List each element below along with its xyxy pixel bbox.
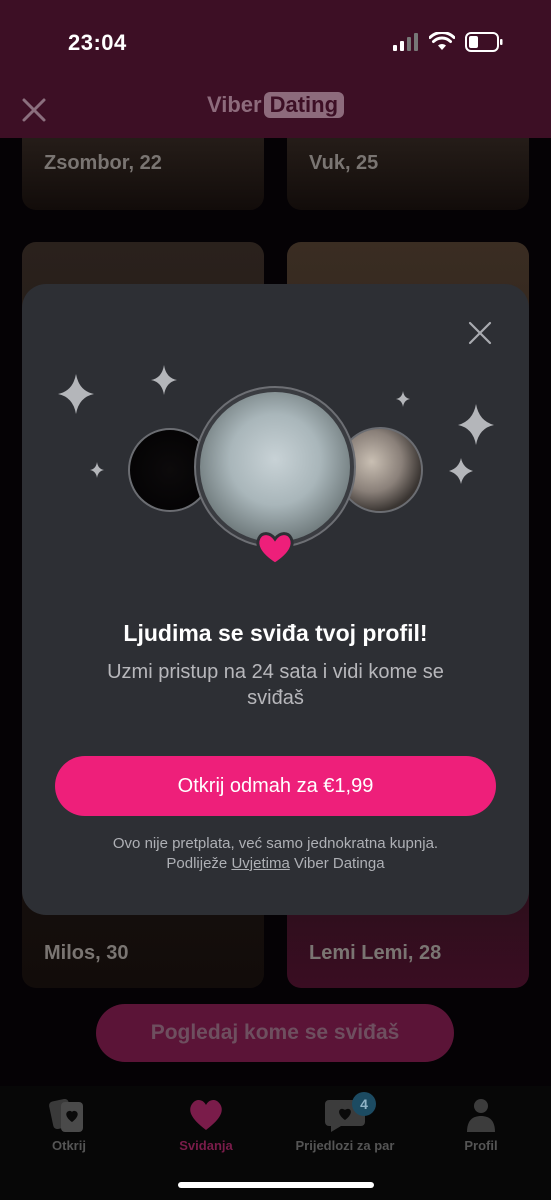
profile-name: Vuk, 25 — [309, 152, 379, 174]
tab-svidanja[interactable]: Svidanja — [151, 1094, 261, 1153]
close-icon[interactable] — [467, 320, 493, 346]
heart-icon — [190, 1099, 222, 1130]
home-indicator[interactable] — [178, 1182, 374, 1188]
status-bar: 23:04 — [0, 0, 551, 80]
tab-label: Prijedlozi za par — [295, 1138, 395, 1153]
person-icon — [467, 1099, 495, 1132]
cards-icon — [49, 1098, 83, 1132]
disclaimer-suffix: Viber Datinga — [293, 855, 385, 872]
status-time: 23:04 — [68, 30, 127, 55]
profile-card[interactable]: Vuk, 25 — [287, 138, 529, 210]
disclaimer-prefix: Podliježe — [166, 855, 228, 872]
profile-name: Milos, 30 — [44, 942, 129, 964]
tab-profil[interactable]: Profil — [426, 1094, 536, 1153]
tab-label: Svidanja — [179, 1138, 233, 1153]
app-header: Viber Dating — [0, 80, 551, 138]
status-icons — [393, 32, 503, 52]
tab-prijedlozi[interactable]: 4 Prijedlozi za par — [288, 1092, 402, 1153]
sparkle-icon — [449, 458, 473, 484]
avatar — [200, 392, 350, 542]
likes-paywall-modal: Ljudima se sviđa tvoj profil! Uzmi prist… — [22, 284, 529, 915]
tab-label: Profil — [464, 1138, 498, 1153]
tab-otkrij[interactable]: Otkrij — [14, 1094, 124, 1153]
disclaimer-line-1: Ovo nije pretplata, već samo jednokratna… — [112, 835, 439, 852]
terms-link[interactable]: Uvjetima — [231, 855, 289, 872]
tab-label: Otkrij — [52, 1138, 86, 1153]
profile-card[interactable]: Zsombor, 22 — [22, 138, 264, 210]
signal-icon — [393, 33, 418, 51]
profile-name: Zsombor, 22 — [44, 152, 162, 174]
heart-icon — [256, 532, 294, 566]
wifi-icon — [429, 32, 455, 50]
viber-dating-logo: Viber Dating — [0, 92, 551, 118]
sparkle-icon — [151, 365, 177, 395]
see-who-likes-you-button[interactable]: Pogledaj kome se sviđaš — [96, 1004, 454, 1062]
sparkle-icon — [458, 404, 494, 445]
sparkle-icon — [58, 374, 94, 414]
disclaimer-line-2: Podliježe Uvjetima Viber Datinga — [52, 854, 499, 874]
modal-subtitle: Uzmi pristup na 24 sata i vidi kome se s… — [107, 661, 444, 709]
modal-title: Ljudima se sviđa tvoj profil! — [123, 620, 428, 646]
battery-icon — [465, 32, 503, 52]
sparkle-icon — [90, 462, 104, 478]
logo-text-dating: Dating — [263, 92, 345, 118]
profiles-illustration — [58, 365, 494, 566]
logo-text-viber: Viber — [206, 92, 262, 117]
sparkle-icon — [396, 391, 410, 407]
profile-name: Lemi Lemi, 28 — [309, 942, 442, 964]
notification-badge: 4 — [352, 1092, 376, 1116]
buy-access-button[interactable]: Otkrij odmah za €1,99 — [55, 756, 496, 816]
purchase-disclaimer: Ovo nije pretplata, već samo jednokratna… — [52, 834, 499, 874]
